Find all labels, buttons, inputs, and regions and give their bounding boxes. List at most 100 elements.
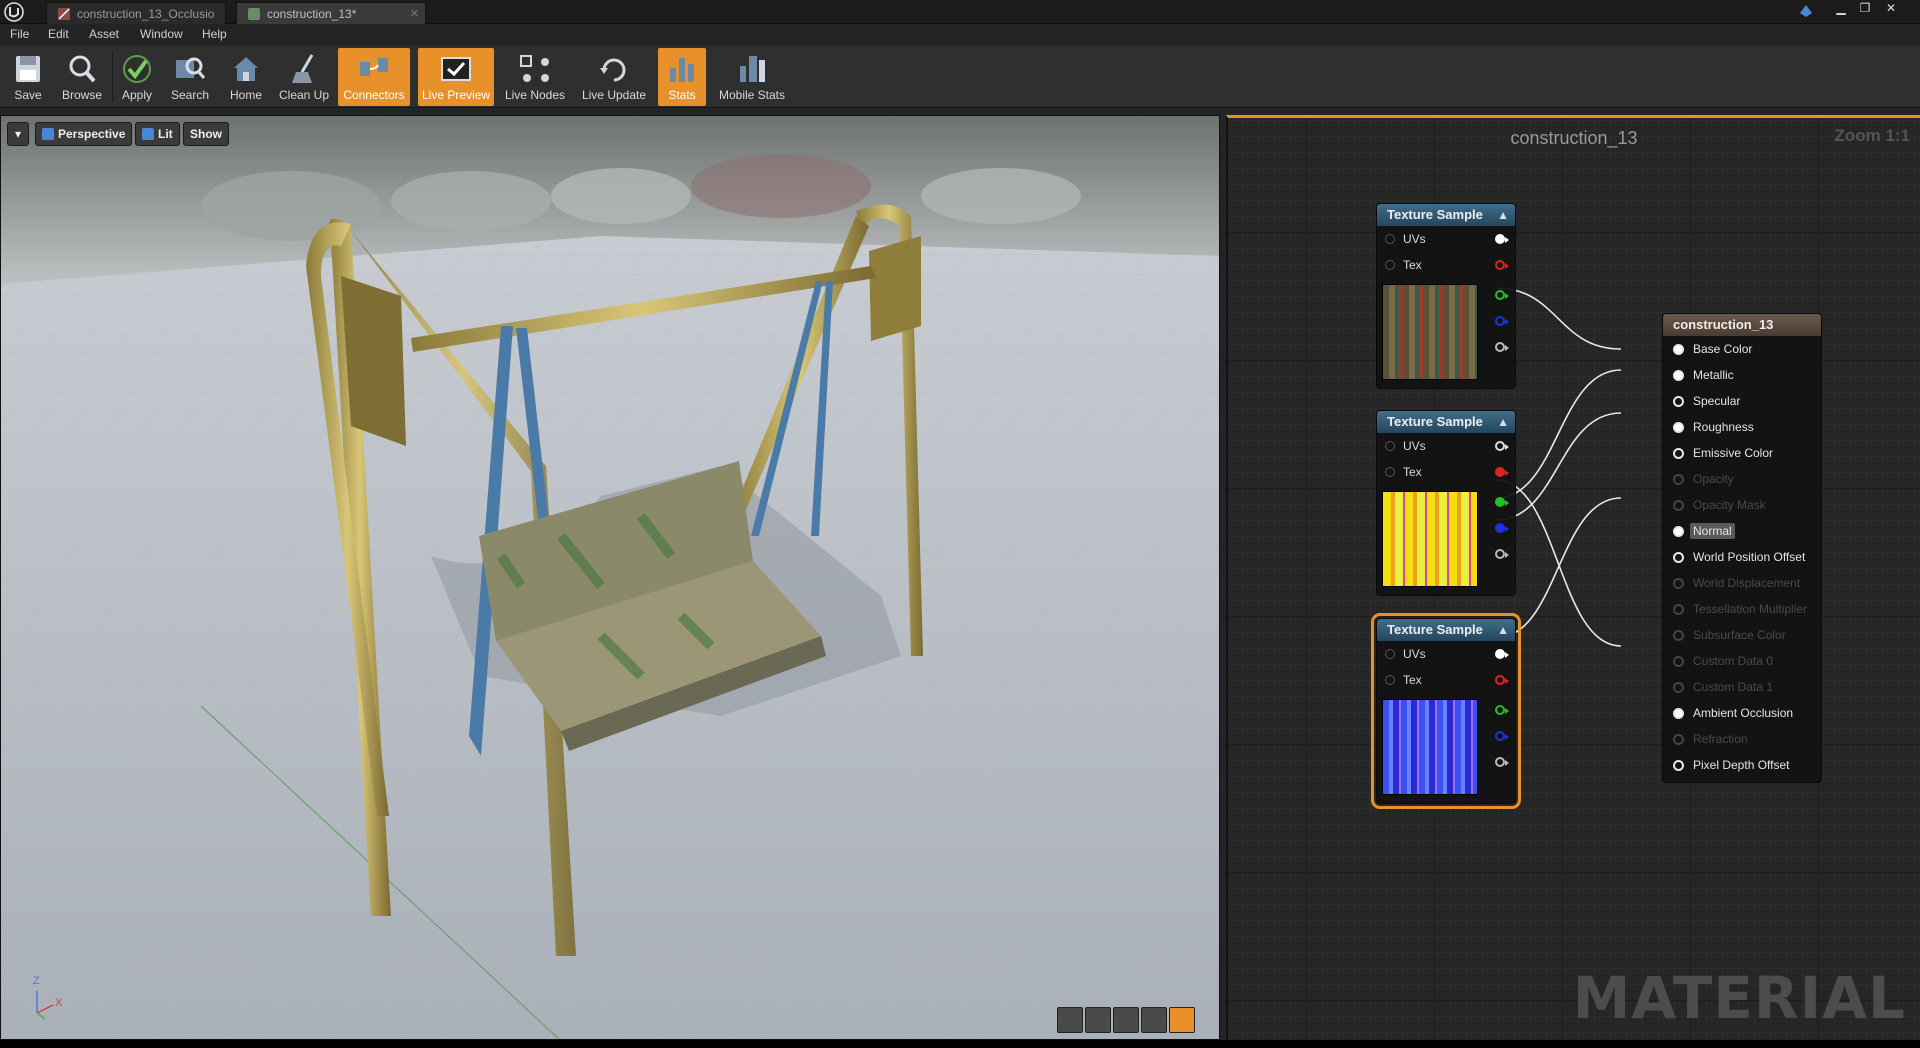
collapse-icon[interactable]: ▲ (1497, 411, 1509, 433)
material-pin-base-color[interactable]: Base Color (1663, 336, 1821, 362)
home-button[interactable]: Home (220, 48, 272, 106)
r-output-pin-icon[interactable] (1495, 467, 1509, 477)
input-pin-icon[interactable] (1673, 682, 1684, 693)
input-pin-icon[interactable] (1673, 500, 1684, 511)
search-button[interactable]: Search (164, 48, 216, 106)
tab-occlusion-texture[interactable]: construction_13_Occlusio (46, 2, 226, 24)
preview-mesh-button[interactable] (1169, 1007, 1195, 1033)
g-output-pin-icon[interactable] (1495, 497, 1509, 507)
uvs-pin-row[interactable]: UVs (1377, 226, 1515, 252)
save-button[interactable]: Save (4, 48, 52, 106)
material-pin-roughness[interactable]: Roughness (1663, 414, 1821, 440)
input-pin-icon[interactable] (1385, 675, 1395, 685)
menu-file[interactable]: File (10, 27, 29, 41)
input-pin-icon[interactable] (1385, 441, 1395, 451)
restore-button[interactable]: ❐ (1854, 0, 1876, 18)
g-output-pin-icon[interactable] (1495, 705, 1509, 715)
input-pin-icon[interactable] (1673, 474, 1684, 485)
input-pin-icon[interactable] (1673, 630, 1684, 641)
viewport-options-button[interactable]: ▾ (7, 122, 29, 146)
material-pin-specular[interactable]: Specular (1663, 388, 1821, 414)
a-output-pin-icon[interactable] (1495, 549, 1509, 559)
material-pin-opacity-mask[interactable]: Opacity Mask (1663, 492, 1821, 518)
r-output-pin-icon[interactable] (1495, 675, 1509, 685)
rgb-output-pin-icon[interactable] (1495, 649, 1509, 659)
input-pin-icon[interactable] (1385, 649, 1395, 659)
minimize-button[interactable]: ▁ (1830, 0, 1852, 18)
browse-button[interactable]: Browse (56, 48, 108, 106)
r-output-pin-icon[interactable] (1495, 260, 1509, 270)
material-pin-emissive-color[interactable]: Emissive Color (1663, 440, 1821, 466)
a-output-pin-icon[interactable] (1495, 757, 1509, 767)
collapse-icon[interactable]: ▲ (1497, 619, 1509, 641)
input-pin-icon[interactable] (1385, 467, 1395, 477)
menu-help[interactable]: Help (202, 27, 227, 41)
material-pin-refraction[interactable]: Refraction (1663, 726, 1821, 752)
node-header[interactable]: Texture Sample ▲ (1377, 619, 1515, 641)
uvs-pin-row[interactable]: UVs (1377, 641, 1515, 667)
input-pin-icon[interactable] (1673, 344, 1684, 355)
input-pin-icon[interactable] (1673, 656, 1684, 667)
input-pin-icon[interactable] (1673, 396, 1684, 407)
material-pin-world-displacement[interactable]: World Displacement (1663, 570, 1821, 596)
material-graph[interactable]: construction_13 Zoom 1:1 Texture Sample ▲… (1226, 115, 1920, 1040)
notification-icon[interactable] (1798, 3, 1814, 19)
stats-button[interactable]: Stats (658, 48, 706, 106)
input-pin-icon[interactable] (1673, 526, 1684, 537)
uvs-pin-row[interactable]: UVs (1377, 433, 1515, 459)
material-result-node[interactable]: construction_13 Base Color Metallic Specul… (1662, 313, 1822, 783)
live-preview-button[interactable]: Live Preview (418, 48, 494, 106)
live-nodes-button[interactable]: Live Nodes (500, 48, 570, 106)
connectors-button[interactable]: Connectors (338, 48, 410, 106)
perspective-button[interactable]: Perspective (35, 122, 133, 146)
node-header[interactable]: Texture Sample ▲ (1377, 411, 1515, 433)
menu-window[interactable]: Window (140, 27, 183, 41)
input-pin-icon[interactable] (1673, 552, 1684, 563)
material-pin-ambient-occlusion[interactable]: Ambient Occlusion (1663, 700, 1821, 726)
material-pin-metallic[interactable]: Metallic (1663, 362, 1821, 388)
input-pin-icon[interactable] (1673, 448, 1684, 459)
b-output-pin-icon[interactable] (1495, 523, 1509, 533)
input-pin-icon[interactable] (1673, 578, 1684, 589)
material-pin-pixel-depth-offset[interactable]: Pixel Depth Offset (1663, 752, 1821, 778)
show-button[interactable]: Show (183, 122, 229, 146)
rgb-output-pin-icon[interactable] (1495, 441, 1509, 451)
input-pin-icon[interactable] (1673, 422, 1684, 433)
material-pin-custom-data-0[interactable]: Custom Data 0 (1663, 648, 1821, 674)
input-pin-icon[interactable] (1673, 734, 1684, 745)
tab-material[interactable]: construction_13* ✕ (236, 2, 426, 24)
input-pin-icon[interactable] (1385, 234, 1395, 244)
material-pin-custom-data-1[interactable]: Custom Data 1 (1663, 674, 1821, 700)
collapse-icon[interactable]: ▲ (1497, 204, 1509, 226)
input-pin-icon[interactable] (1673, 370, 1684, 381)
tex-pin-row[interactable]: Tex (1377, 667, 1515, 693)
material-pin-world-position-offset[interactable]: World Position Offset (1663, 544, 1821, 570)
input-pin-icon[interactable] (1385, 260, 1395, 270)
rgb-output-pin-icon[interactable] (1495, 234, 1509, 244)
preview-viewport[interactable]: ▾ Perspective Lit Show Z X (0, 115, 1220, 1040)
tex-pin-row[interactable]: Tex (1377, 252, 1515, 278)
material-pin-normal[interactable]: Normal (1663, 518, 1821, 544)
texture-sample-node-1[interactable]: Texture Sample ▲ UVs Tex (1376, 203, 1516, 389)
input-pin-icon[interactable] (1673, 604, 1684, 615)
b-output-pin-icon[interactable] (1495, 731, 1509, 741)
preview-cube-button[interactable] (1141, 1007, 1167, 1033)
live-update-button[interactable]: Live Update (576, 48, 652, 106)
texture-sample-node-2[interactable]: Texture Sample ▲ UVs Tex (1376, 410, 1516, 596)
close-tab-icon[interactable]: ✕ (410, 3, 419, 24)
material-pin-subsurface-color[interactable]: Subsurface Color (1663, 622, 1821, 648)
node-header[interactable]: Texture Sample ▲ (1377, 204, 1515, 226)
mobile-stats-button[interactable]: Mobile Stats (712, 48, 792, 106)
lit-button[interactable]: Lit (135, 122, 180, 146)
menu-asset[interactable]: Asset (89, 27, 119, 41)
apply-button[interactable]: Apply (114, 48, 160, 106)
a-output-pin-icon[interactable] (1495, 342, 1509, 352)
material-pin-opacity[interactable]: Opacity (1663, 466, 1821, 492)
texture-sample-node-3[interactable]: Texture Sample ▲ UVs Tex (1371, 613, 1521, 809)
close-window-button[interactable]: ✕ (1880, 0, 1902, 18)
material-pin-tessellation-multiplier[interactable]: Tessellation Multiplier (1663, 596, 1821, 622)
material-node-title[interactable]: construction_13 (1663, 314, 1821, 336)
g-output-pin-icon[interactable] (1495, 290, 1509, 300)
menu-edit[interactable]: Edit (48, 27, 69, 41)
preview-sphere-button[interactable] (1085, 1007, 1111, 1033)
